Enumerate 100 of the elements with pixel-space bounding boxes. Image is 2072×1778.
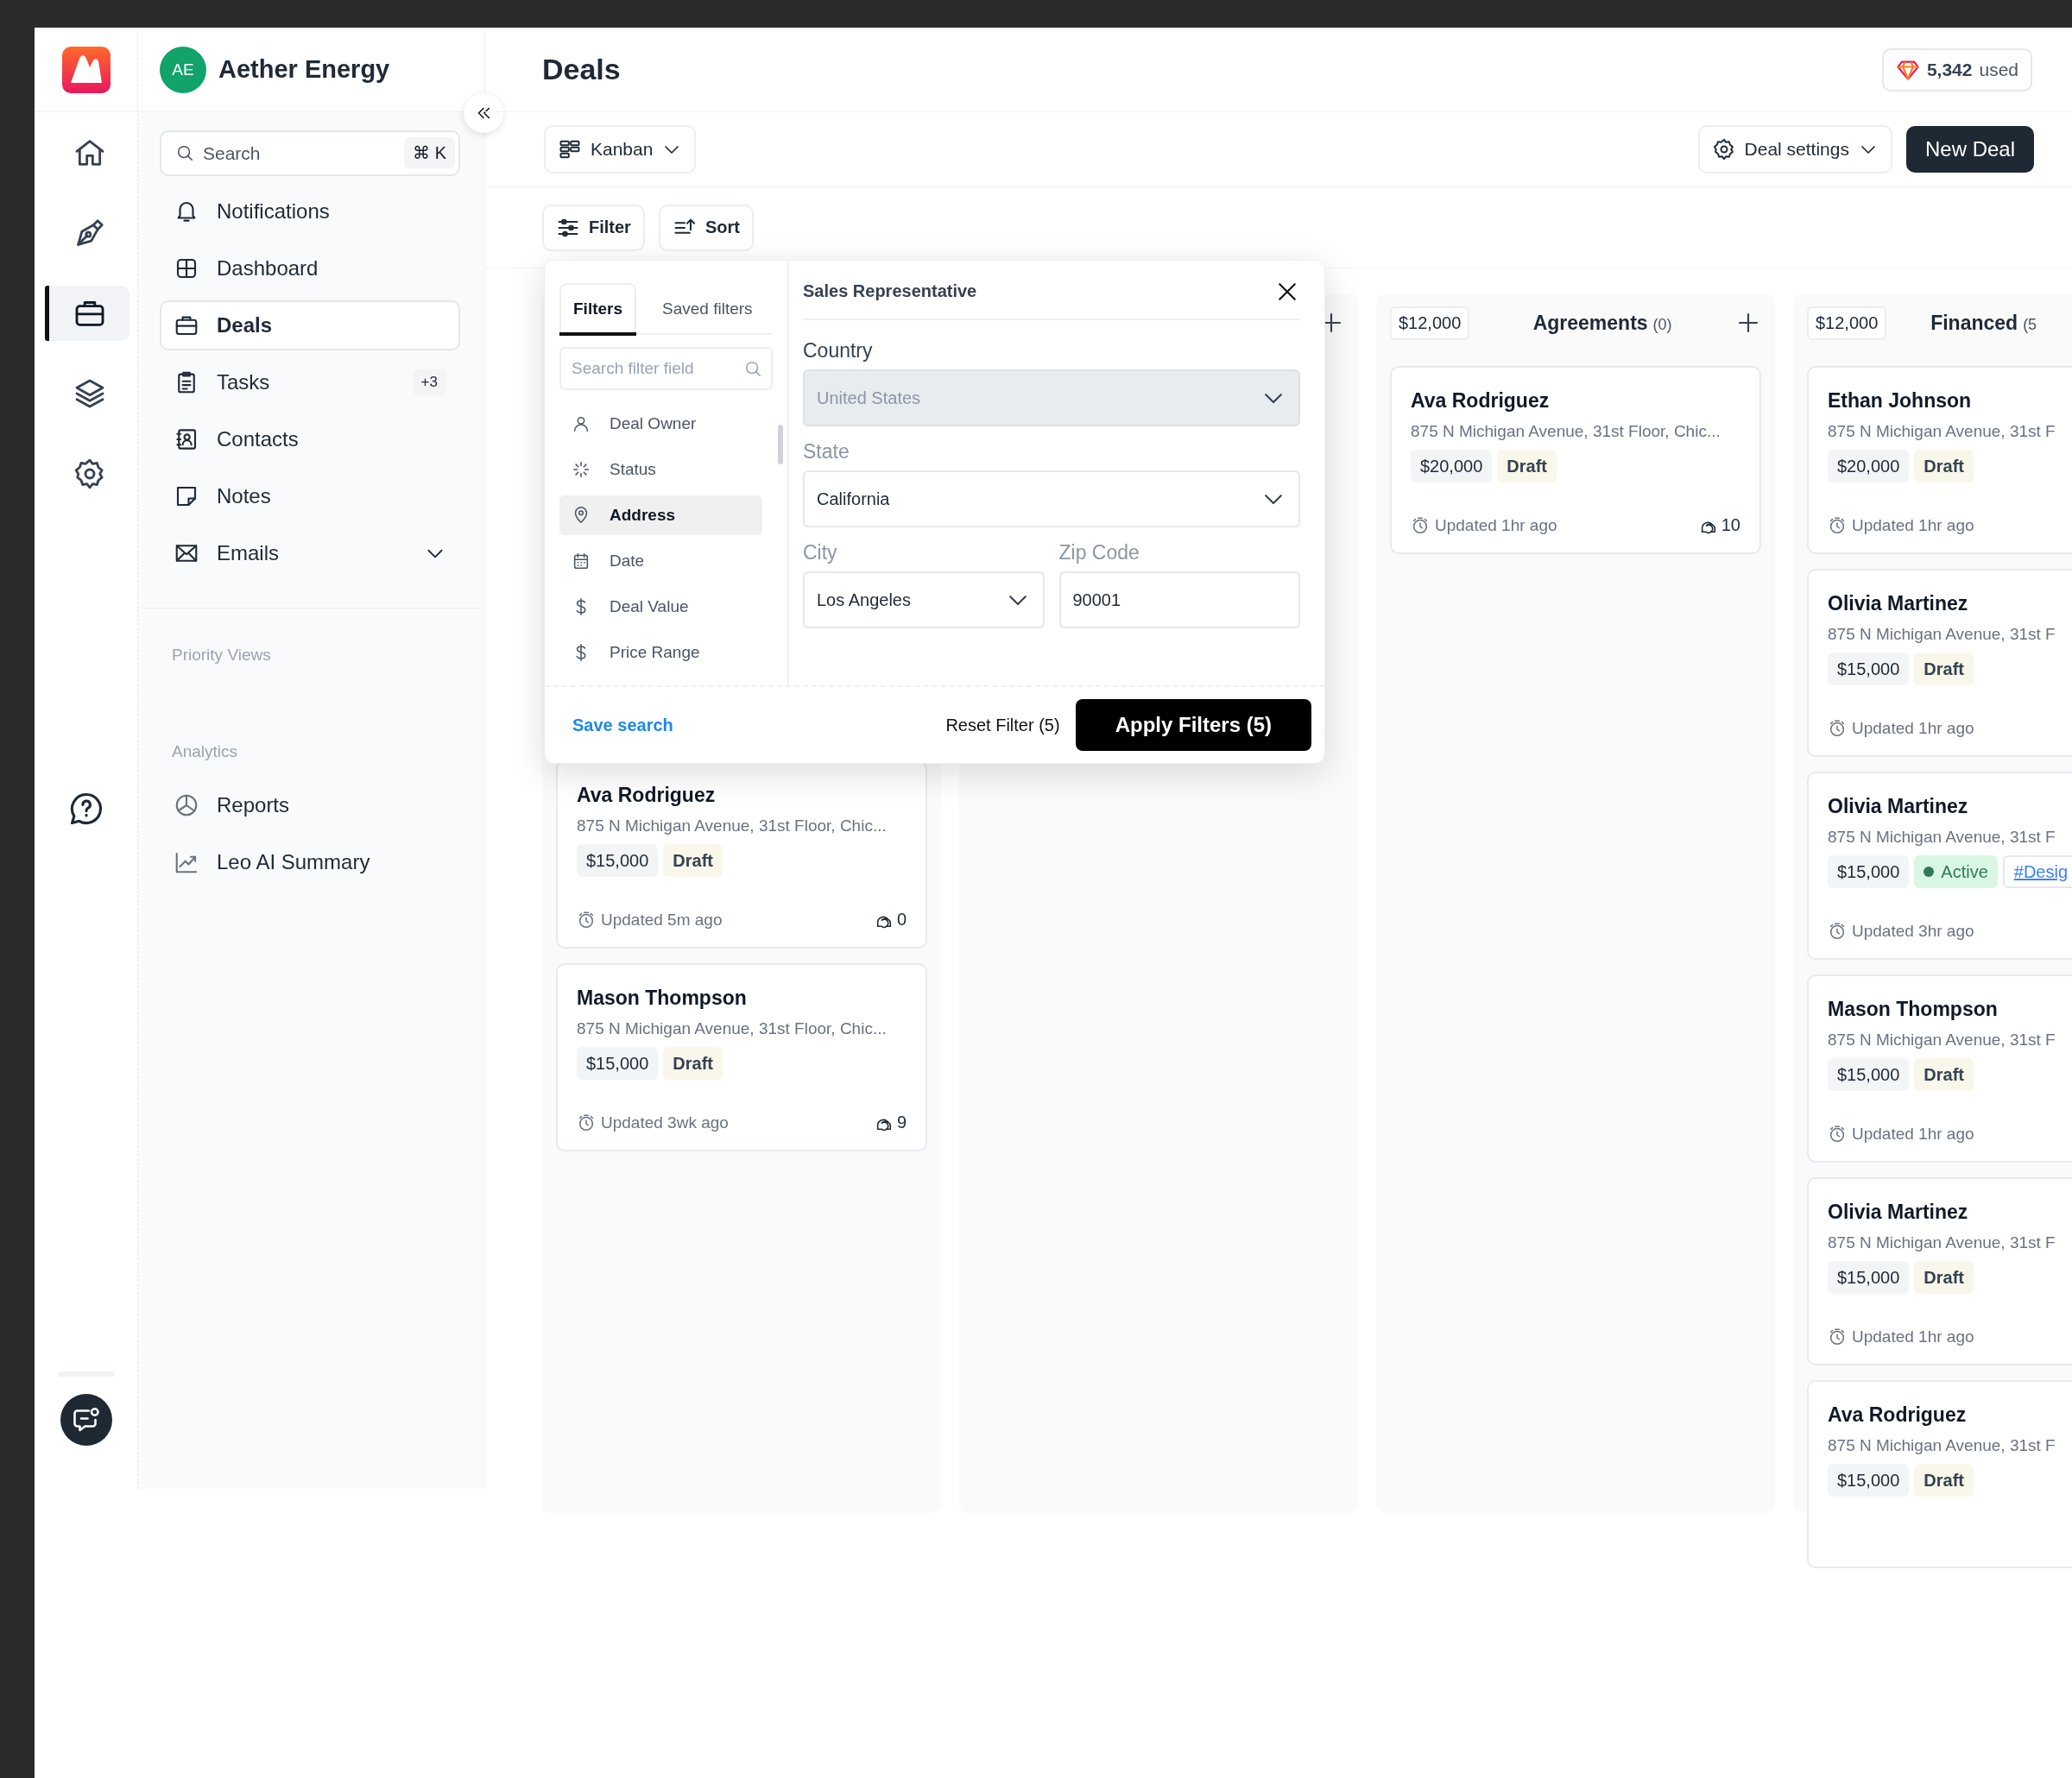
address-text: 875 N Michigan Avenue, 31st F [1828, 624, 2056, 645]
nav-item[interactable]: Contacts [160, 414, 460, 464]
address-text: 875 N Michigan Avenue, 31st F [1828, 1435, 2056, 1456]
field-label: State [803, 440, 850, 463]
stopwatch-icon [577, 1113, 596, 1132]
select-field[interactable]: Los Angeles [803, 571, 1045, 628]
address-text: 875 N Michigan Avenue, 31st F [1828, 1233, 2056, 1253]
nav-item[interactable]: Deals [160, 300, 460, 350]
briefcase-icon[interactable] [45, 286, 130, 341]
search-icon [175, 143, 194, 162]
status-badge: Draft [663, 1047, 723, 1080]
updated-time: Updated 5m ago [601, 910, 723, 930]
status-badge: Draft [663, 844, 723, 877]
count-badge: +3 [412, 369, 446, 395]
collapse-button[interactable] [464, 93, 503, 133]
deal-card[interactable]: Mason Thompson 875 N Michigan Avenue, 31st F $15,000 Draft Updated 1hr ago [1807, 974, 2072, 1163]
settings-dropdown[interactable]: Deal settings [1697, 125, 1892, 173]
deal-card[interactable]: Mason Thompson 875 N Michigan Avenue, 31st Floor, Chic... $15,000 Draft Updated 3wk ago 9 [556, 963, 927, 1151]
page-title: Deals [542, 53, 621, 86]
stopwatch-icon [577, 910, 596, 930]
workspace-name: Aether Energy [218, 55, 390, 84]
updated-time: Updated 3wk ago [601, 1113, 729, 1132]
nav-item[interactable]: Leo AI Summary [160, 837, 460, 887]
user-icon [572, 414, 591, 433]
nav-item[interactable]: Tasks +3 [160, 357, 460, 407]
nav-item[interactable]: Notes [160, 471, 460, 521]
deal-card[interactable]: Ava Rodriguez 875 N Michigan Avenue, 31st Floor, Chic... $20,000 Draft Updated 1hr ago 10 [1390, 366, 1761, 554]
filter-field-item[interactable]: Status [559, 450, 762, 489]
nav-item[interactable]: Reports [160, 780, 460, 830]
apply-filters-button[interactable]: Apply Filters (5) [1075, 699, 1311, 751]
address-text: 875 N Michigan Avenue, 31st Floor, Chic... [1411, 421, 1721, 442]
scrollbar[interactable] [778, 425, 783, 464]
contact-name: Olivia Martinez [1828, 794, 1969, 819]
address-text: 875 N Michigan Avenue, 31st F [1828, 827, 2056, 848]
stopwatch-icon [1828, 516, 1847, 535]
deal-card[interactable]: Olivia Martinez 875 N Michigan Avenue, 31st F $15,000 Draft Updated 1hr ago [1807, 1177, 2072, 1365]
filter-field-item[interactable]: Price Range [559, 633, 762, 672]
contact-name: Olivia Martinez [1828, 1200, 1969, 1225]
loader-icon [572, 460, 591, 479]
nav-item[interactable]: Notifications [160, 186, 460, 236]
section-title: Priority Views [172, 646, 272, 665]
tab[interactable]: Saved filters [648, 283, 767, 333]
deal-value: $20,000 [1411, 450, 1493, 482]
deal-card[interactable]: Olivia Martinez 875 N Michigan Avenue, 31st F $15,000 Active #Desig Updated 3hr ago [1807, 772, 2072, 960]
nav-item[interactable]: Emails [160, 528, 460, 578]
contact-name: Ava Rodriguez [577, 783, 717, 808]
nav-item[interactable]: Dashboard [160, 243, 460, 293]
filter-button[interactable]: Filter [542, 204, 645, 251]
reset-filter-button[interactable]: Reset Filter (5) [945, 715, 1060, 735]
status-badge: Active [1914, 855, 1998, 888]
save-search-link[interactable]: Save search [572, 715, 673, 735]
updated-time: Updated 1hr ago [1435, 515, 1557, 535]
select-field[interactable]: California [803, 470, 1300, 527]
filter-field-item[interactable]: Address [559, 495, 762, 535]
hashtag-link[interactable]: #Desig [2002, 855, 2072, 888]
status-badge: Draft [1914, 1464, 1974, 1497]
updated-time: Updated 1hr ago [1852, 516, 1974, 535]
deal-value: $15,000 [1828, 1464, 1910, 1497]
deal-value: $15,000 [1828, 855, 1910, 888]
contact-name: Ethan Johnson [1828, 388, 1973, 413]
contact-name: Mason Thompson [1828, 997, 1999, 1022]
usage-counter: 5,342 used [1881, 47, 2032, 91]
filter-field-item[interactable]: Date [559, 541, 762, 581]
filter-field-item[interactable]: Deal Value [559, 587, 762, 627]
deal-card[interactable]: Ava Rodriguez 875 N Michigan Avenue, 31st F $15,000 Draft [1807, 1380, 2072, 1568]
search-icon [743, 359, 762, 378]
deal-value: $15,000 [577, 1047, 659, 1080]
deal-card[interactable]: Ethan Johnson 875 N Michigan Avenue, 31st F $20,000 Draft Updated 1hr ago [1807, 366, 2072, 554]
deal-card[interactable]: Olivia Martinez 875 N Michigan Avenue, 31st F $15,000 Draft Updated 1hr ago [1807, 569, 2072, 757]
deal-value: $20,000 [1828, 450, 1910, 482]
stopwatch-icon [1828, 719, 1847, 738]
deal-value: $15,000 [577, 844, 659, 877]
tab[interactable]: Filters [559, 283, 637, 333]
text-field[interactable]: 90001 [1058, 571, 1300, 628]
search-field[interactable]: Search filter field [559, 347, 773, 390]
status-badge: Draft [1914, 1261, 1974, 1294]
new-deal-button[interactable]: New Deal [1905, 126, 2034, 173]
column-total: $12,000 [1807, 306, 1887, 340]
workspace-avatar: AE [160, 46, 206, 93]
stopwatch-icon [1828, 922, 1847, 941]
contact-name: Ava Rodriguez [1411, 388, 1551, 413]
filter-field-item[interactable]: Deal Owner [559, 404, 762, 444]
address-text: 875 N Michigan Avenue, 31st F [1828, 1030, 2056, 1050]
column-title: Financed (5 [1930, 311, 2038, 335]
field-label: City [803, 541, 838, 564]
app-logo[interactable] [61, 46, 111, 93]
comment-count: 9 [896, 1113, 906, 1132]
sort-button[interactable]: Sort [658, 204, 754, 251]
field-label: Zip Code [1058, 541, 1140, 564]
status-badge: Draft [1914, 1058, 1974, 1091]
view-dropdown[interactable]: Kanban [544, 125, 697, 173]
deal-value: $15,000 [1828, 1261, 1910, 1294]
settings-icon [1711, 137, 1736, 161]
pie-chart-icon [174, 792, 199, 818]
updated-time: Updated 1hr ago [1852, 719, 1974, 738]
updated-time: Updated 3hr ago [1852, 922, 1974, 941]
section-title: Analytics [172, 742, 239, 761]
address-text: 875 N Michigan Avenue, 31st Floor, Chic... [577, 1018, 888, 1039]
comment-count: 0 [896, 910, 906, 930]
contact-name: Mason Thompson [577, 986, 748, 1011]
